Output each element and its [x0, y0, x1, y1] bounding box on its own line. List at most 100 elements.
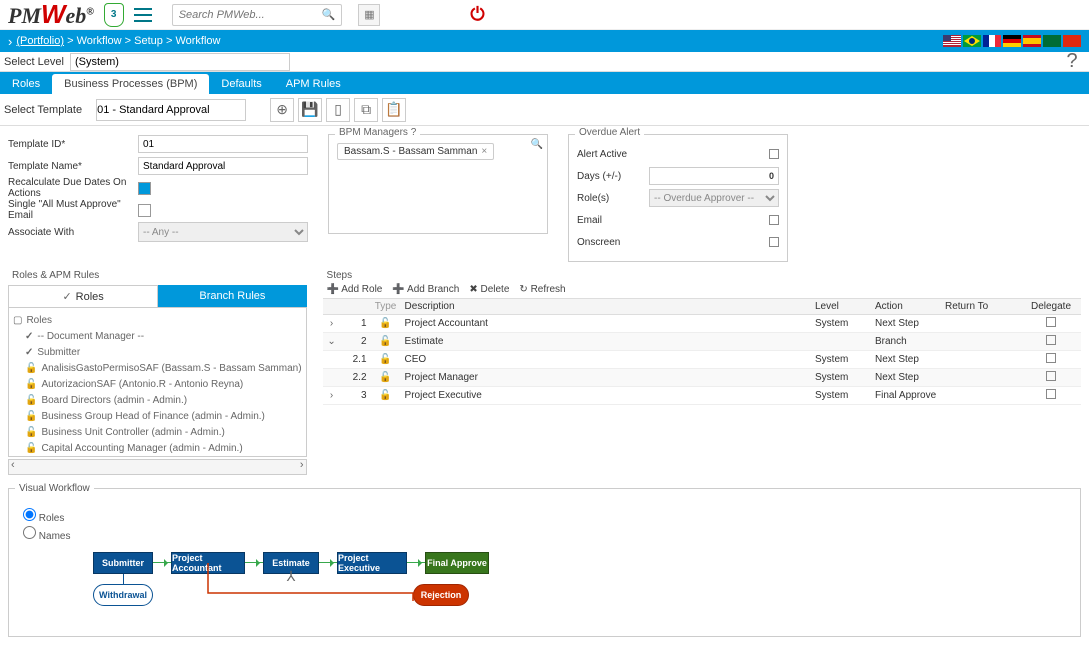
alert-active-checkbox[interactable] [769, 149, 779, 159]
expand-icon[interactable]: › [323, 316, 341, 331]
step-row[interactable]: 2.1 🔓 CEO System Next Step [323, 351, 1081, 369]
select-level-dropdown[interactable] [70, 53, 290, 71]
tree-item[interactable]: 🔓Board Directors (admin - Admin.) [13, 392, 302, 408]
delegate-checkbox[interactable] [1046, 353, 1056, 363]
flag-de[interactable] [1003, 35, 1021, 47]
recalc-checkbox[interactable] [138, 182, 151, 195]
breadcrumb-setup[interactable]: Setup [134, 35, 163, 47]
bpm-search-icon[interactable]: 🔍 [531, 139, 543, 150]
tab-apm[interactable]: APM Rules [274, 74, 353, 94]
expand-icon[interactable] [323, 376, 341, 380]
overdue-roles-dropdown[interactable]: -- Overdue Approver -- [649, 189, 779, 207]
calendar-icon[interactable]: ▦ [358, 4, 380, 26]
single-email-checkbox[interactable] [138, 204, 151, 217]
clipboard-button[interactable]: 📋 [382, 98, 406, 122]
power-icon[interactable]: ⏻ [470, 4, 492, 26]
mobile-button[interactable]: ▯ [326, 98, 350, 122]
step-row[interactable]: 2.2 🔓 Project Manager System Next Step [323, 369, 1081, 387]
overdue-email-checkbox[interactable] [769, 215, 779, 225]
delegate-checkbox[interactable] [1046, 317, 1056, 327]
add-button[interactable]: ⊕ [270, 98, 294, 122]
lock-icon: 🔓 [371, 370, 401, 385]
roles-tree[interactable]: ▢ Roles ✓-- Document Manager -- ✓Submitt… [8, 307, 307, 457]
help-icon[interactable]: ? [1059, 49, 1085, 75]
collapse-icon[interactable]: ▢ [13, 315, 22, 326]
tab-bpm[interactable]: Business Processes (BPM) [52, 74, 209, 94]
lock-icon: 🔓 [25, 427, 37, 438]
associate-with-dropdown[interactable]: -- Any -- [138, 222, 308, 242]
flag-cn[interactable] [1063, 35, 1081, 47]
subtab-roles[interactable]: ✓Roles [8, 285, 158, 307]
step-row[interactable]: › 3 🔓 Project Executive System Final App… [323, 387, 1081, 405]
expand-icon[interactable]: › [323, 388, 341, 403]
language-flags[interactable] [943, 35, 1081, 47]
delegate-checkbox[interactable] [1046, 371, 1056, 381]
node-final-approve[interactable]: Final Approve [425, 552, 489, 574]
days-label: Days (+/-) [577, 171, 637, 182]
flag-br[interactable] [963, 35, 981, 47]
expand-icon[interactable] [323, 358, 341, 362]
breadcrumb-workflow[interactable]: Workflow [77, 35, 122, 47]
menu-icon[interactable] [134, 8, 152, 22]
save-button[interactable]: 💾 [298, 98, 322, 122]
expand-icon[interactable]: ⌄ [323, 334, 341, 349]
radio-names[interactable]: Names [23, 526, 1066, 544]
days-input[interactable]: 0 [649, 167, 779, 185]
step-row[interactable]: › 1 🔓 Project Accountant System Next Ste… [323, 315, 1081, 333]
flag-fr[interactable] [983, 35, 1001, 47]
col-action[interactable]: Action [871, 299, 941, 314]
tree-item[interactable]: 🔓Capital Accounting Manager (admin - Adm… [13, 440, 302, 456]
node-rejection[interactable]: Rejection [413, 584, 469, 606]
horizontal-scrollbar[interactable] [8, 459, 307, 475]
tree-item[interactable]: 🔓Business Unit Controller (admin - Admin… [13, 424, 302, 440]
tree-item[interactable]: ✓-- Document Manager -- [13, 328, 302, 344]
refresh-button[interactable]: ↻ Refresh [519, 284, 565, 295]
lock-icon: 🔓 [25, 363, 37, 374]
recalc-label: Recalculate Due Dates On Actions [8, 177, 138, 199]
step-row[interactable]: ⌄ 2 🔓 Estimate Branch [323, 333, 1081, 351]
bpm-help-icon[interactable]: ? [411, 127, 417, 138]
flag-es[interactable] [1023, 35, 1041, 47]
lock-icon: 🔓 [25, 379, 37, 390]
add-role-button[interactable]: ➕ Add Role [327, 284, 383, 295]
delegate-checkbox[interactable] [1046, 389, 1056, 399]
breadcrumb-chevron-icon[interactable]: › [8, 34, 12, 49]
node-project-executive[interactable]: Project Executive [337, 552, 407, 574]
flag-sa[interactable] [1043, 35, 1061, 47]
template-name-input[interactable] [138, 157, 308, 175]
tree-item[interactable]: ✓Submitter [13, 344, 302, 360]
tree-item[interactable]: 🔓CEO (admin - Admin.) [13, 456, 302, 457]
search-input-wrap[interactable]: 🔍 [172, 4, 343, 26]
node-submitter[interactable]: Submitter [93, 552, 153, 574]
breadcrumb-page: Workflow [175, 35, 220, 47]
flag-us[interactable] [943, 35, 961, 47]
subtab-branch-rules[interactable]: Branch Rules [158, 285, 306, 307]
col-type[interactable]: Type [371, 299, 401, 314]
search-input[interactable] [179, 9, 322, 21]
col-delegate[interactable]: Delegate [1021, 299, 1081, 314]
overdue-roles-label: Role(s) [577, 193, 637, 204]
tree-item[interactable]: 🔓Business Group Head of Finance (admin -… [13, 408, 302, 424]
search-icon[interactable]: 🔍 [322, 8, 336, 21]
col-return[interactable]: Return To [941, 299, 1021, 314]
breadcrumb-portfolio[interactable]: (Portfolio) [16, 35, 64, 47]
tab-roles[interactable]: Roles [0, 74, 52, 94]
radio-roles[interactable]: Roles [23, 508, 1066, 526]
copy-button[interactable]: ⧉ [354, 98, 378, 122]
onscreen-checkbox[interactable] [769, 237, 779, 247]
tree-item[interactable]: 🔓AutorizacionSAF (Antonio.R - Antonio Re… [13, 376, 302, 392]
chip-remove-icon[interactable]: × [481, 146, 487, 157]
tab-defaults[interactable]: Defaults [209, 74, 273, 94]
col-description[interactable]: Description [401, 299, 811, 314]
node-withdrawal[interactable]: Withdrawal [93, 584, 153, 606]
add-branch-button[interactable]: ➕ Add Branch [392, 284, 459, 295]
tree-item[interactable]: 🔓AnalisisGastoPermisoSAF (Bassam.S - Bas… [13, 360, 302, 376]
shield-badge[interactable]: 3 [104, 3, 124, 27]
template-id-input[interactable] [138, 135, 308, 153]
node-project-accountant[interactable]: Project Accountant [171, 552, 245, 574]
col-level[interactable]: Level [811, 299, 871, 314]
select-template-label: Select Template [4, 104, 82, 116]
delegate-checkbox[interactable] [1046, 335, 1056, 345]
delete-button[interactable]: ✖ Delete [469, 284, 509, 295]
select-template-dropdown[interactable] [96, 99, 246, 121]
